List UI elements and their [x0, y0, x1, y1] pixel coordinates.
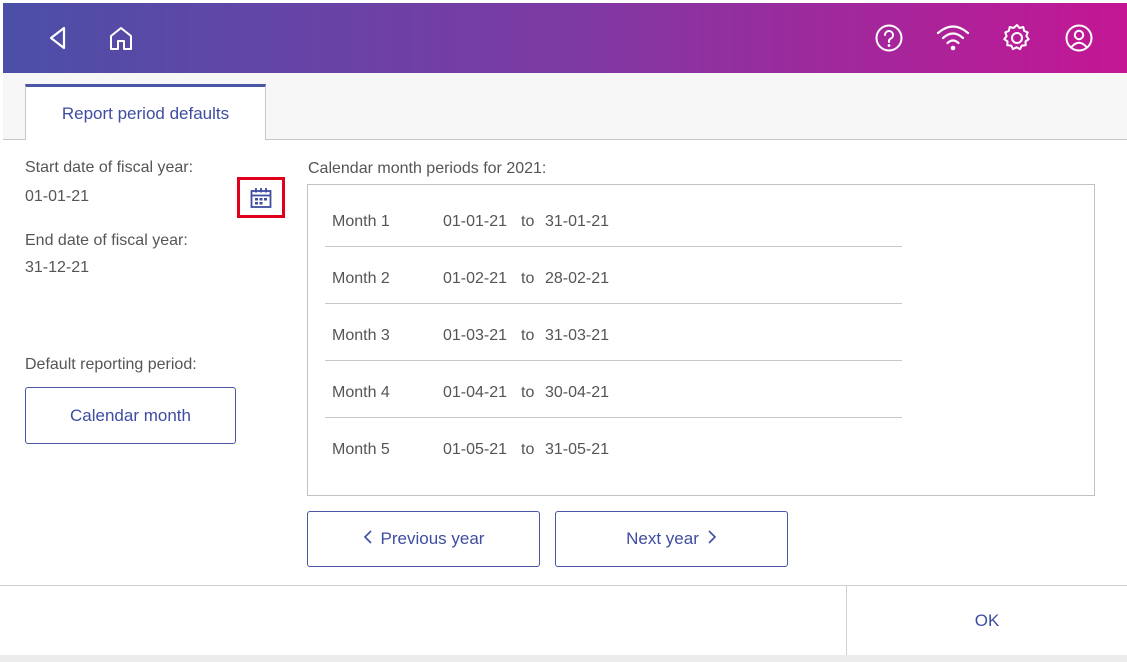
period-to: 31-05-21 — [545, 441, 610, 458]
period-from: 01-02-21 — [443, 270, 508, 287]
period-month: Month 1 — [332, 213, 390, 230]
period-to-word: to — [521, 327, 535, 344]
ok-label: OK — [974, 611, 1000, 630]
period-row: Month 4 01-04-21 to 30-04-21 — [325, 360, 902, 418]
previous-year-label: Previous year — [380, 529, 485, 548]
tab-report-period-defaults[interactable]: Report period defaults — [25, 84, 266, 140]
reporting-period-button-label: Calendar month — [70, 405, 191, 425]
period-row: Month 3 01-03-21 to 31-03-21 — [325, 303, 902, 361]
period-month: Month 4 — [332, 384, 390, 401]
period-month: Month 3 — [332, 327, 390, 344]
period-to-word: to — [521, 441, 535, 458]
period-row: Month 2 01-02-21 to 28-02-21 — [325, 246, 902, 304]
period-to-word: to — [521, 270, 535, 287]
start-date-label: Start date of fiscal year: — [25, 159, 194, 176]
top-bar — [3, 3, 1127, 73]
chevron-right-icon — [707, 529, 717, 550]
period-to: 28-02-21 — [545, 270, 610, 287]
periods-title: Calendar month periods for 2021: — [308, 160, 547, 177]
account-icon[interactable] — [1059, 3, 1099, 73]
period-month: Month 5 — [332, 441, 390, 458]
start-date-value: 01-01-21 — [25, 188, 90, 205]
end-date-value: 31-12-21 — [25, 259, 90, 276]
period-from: 01-03-21 — [443, 327, 508, 344]
period-row: Month 1 01-01-21 to 31-01-21 — [325, 189, 902, 247]
period-to: 31-01-21 — [545, 213, 610, 230]
reporting-period-label: Default reporting period: — [25, 356, 197, 373]
wifi-icon[interactable] — [931, 3, 975, 73]
calendar-icon — [250, 187, 272, 208]
next-year-button[interactable]: Next year — [555, 511, 788, 567]
period-to-word: to — [521, 213, 535, 230]
period-to: 30-04-21 — [545, 384, 610, 401]
tab-bar: Report period defaults — [3, 73, 1127, 140]
settings-icon[interactable] — [997, 3, 1037, 73]
previous-year-button[interactable]: Previous year — [307, 511, 540, 567]
tab-label: Report period defaults — [61, 103, 230, 123]
next-year-label: Next year — [626, 529, 699, 548]
home-icon[interactable] — [101, 3, 141, 73]
period-from: 01-04-21 — [443, 384, 508, 401]
period-to-word: to — [521, 384, 535, 401]
periods-list: Month 1 01-01-21 to 31-01-21 Month 2 01-… — [307, 184, 1095, 496]
end-date-label: End date of fiscal year: — [25, 232, 188, 249]
ok-button[interactable]: OK — [847, 586, 1127, 656]
help-icon[interactable] — [869, 3, 909, 73]
calendar-button[interactable] — [237, 177, 285, 218]
reporting-period-button[interactable]: Calendar month — [25, 387, 236, 444]
period-from: 01-05-21 — [443, 441, 508, 458]
period-from: 01-01-21 — [443, 213, 508, 230]
footer-bar: OK — [0, 585, 1127, 656]
chevron-left-icon — [363, 529, 373, 550]
back-icon[interactable] — [38, 3, 78, 73]
period-to: 31-03-21 — [545, 327, 610, 344]
period-month: Month 2 — [332, 270, 390, 287]
bottom-strip — [0, 655, 1127, 662]
period-row: Month 5 01-05-21 to 31-05-21 — [325, 417, 902, 474]
